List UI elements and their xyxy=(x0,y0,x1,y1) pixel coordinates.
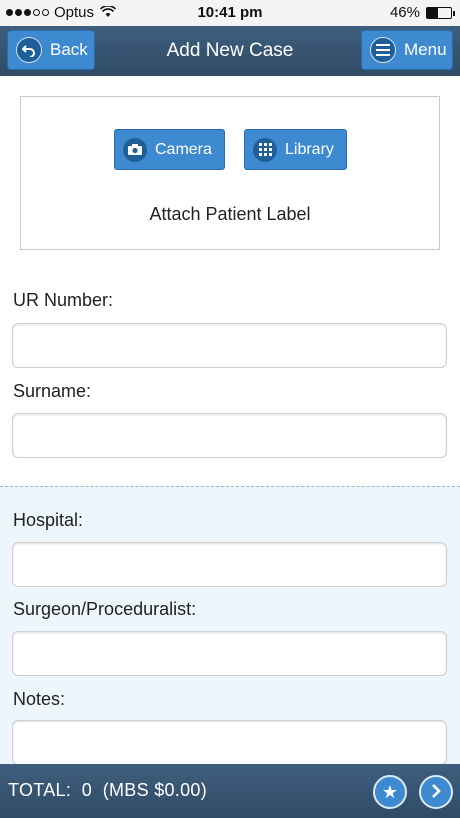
next-button[interactable] xyxy=(419,775,453,809)
nav-bar: Back Add New Case Menu xyxy=(0,26,460,76)
surname-label: Surname: xyxy=(13,381,92,401)
camera-icon xyxy=(123,137,147,162)
library-label: Library xyxy=(285,140,334,158)
case-details-section: Hospital: Surgeon/Proceduralist: Notes: xyxy=(0,486,460,765)
camera-button[interactable]: Camera xyxy=(114,129,225,170)
chevron-right-icon xyxy=(430,782,442,803)
total-value: 0 xyxy=(81,780,93,800)
hospital-input[interactable] xyxy=(12,542,447,587)
status-bar: Optus 10:41 pm 46% xyxy=(0,0,460,26)
hospital-label: Hospital: xyxy=(13,510,84,530)
surgeon-input[interactable] xyxy=(12,631,447,676)
total-summary: TOTAL: 0 (MBS $0.00) xyxy=(8,780,207,801)
battery-icon xyxy=(426,6,455,19)
menu-label: Menu xyxy=(404,40,447,59)
footer-bar: TOTAL: 0 (MBS $0.00) ★ xyxy=(0,764,460,818)
hamburger-icon xyxy=(370,37,396,63)
total-label: TOTAL: xyxy=(8,780,72,800)
status-right: 46% xyxy=(389,4,455,21)
attach-patient-label-text: Attach Patient Label xyxy=(149,204,311,224)
favorite-button[interactable]: ★ xyxy=(373,775,407,809)
grid-icon xyxy=(253,137,277,162)
notes-label: Notes: xyxy=(13,689,66,709)
battery-fill xyxy=(427,7,439,18)
notes-input[interactable] xyxy=(12,720,447,765)
menu-button[interactable]: Menu xyxy=(361,30,453,70)
library-button[interactable]: Library xyxy=(244,129,347,170)
mbs-total: (MBS $0.00) xyxy=(102,780,208,800)
surname-input[interactable] xyxy=(12,413,447,458)
ur-number-input[interactable] xyxy=(12,323,447,368)
surgeon-label: Surgeon/Proceduralist: xyxy=(13,599,197,619)
ur-number-label: UR Number: xyxy=(13,290,114,310)
camera-label: Camera xyxy=(155,140,212,158)
battery-percent: 46% xyxy=(389,4,420,21)
star-icon: ★ xyxy=(381,781,399,802)
attach-patient-label-box: Camera Library Attach Patient Label xyxy=(20,96,440,250)
